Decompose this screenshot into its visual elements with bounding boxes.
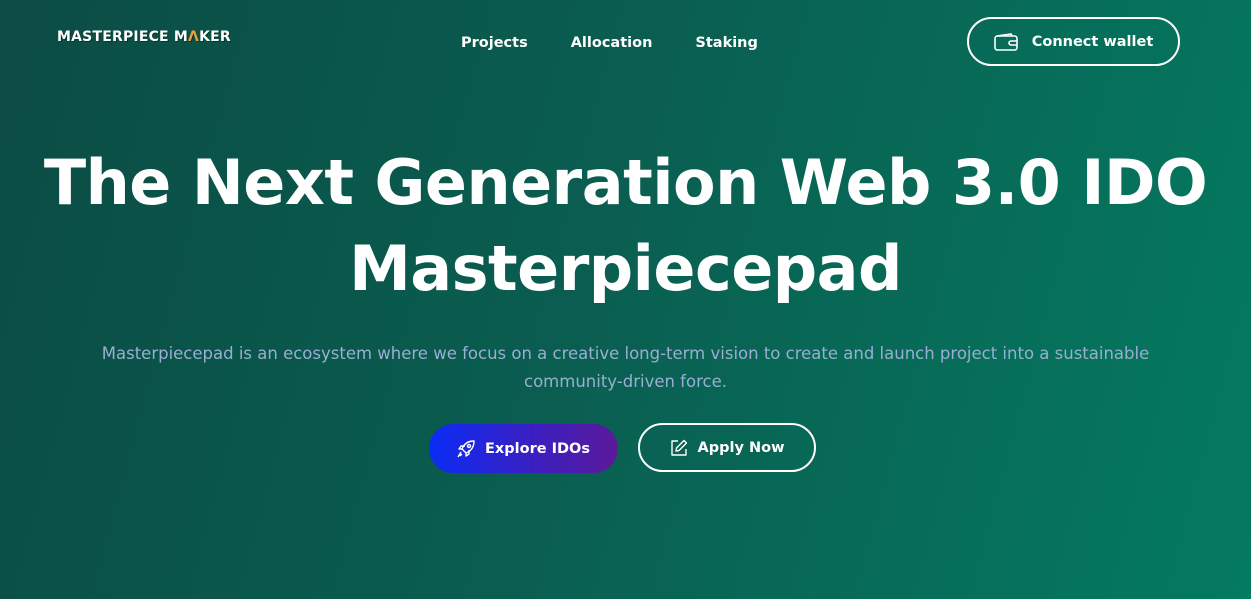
logo-text-start: MASTERPIECE M [57, 29, 189, 45]
explore-idos-label: Explore IDOs [485, 440, 590, 457]
apply-now-label: Apply Now [697, 439, 785, 456]
apply-now-button[interactable]: Apply Now [638, 423, 816, 472]
connect-wallet-button[interactable]: Connect wallet [967, 17, 1180, 66]
nav-link-staking[interactable]: Staking [695, 35, 757, 51]
brand-logo[interactable]: MASTERPIECE MΛKER [57, 29, 231, 45]
wallet-icon [993, 32, 1018, 51]
nav-link-allocation[interactable]: Allocation [571, 35, 653, 51]
main-nav: Projects Allocation Staking [461, 35, 801, 51]
rocket-icon [457, 439, 475, 458]
logo-text-end: KER [199, 29, 231, 45]
nav-link-projects[interactable]: Projects [461, 35, 528, 51]
hero-title: The Next Generation Web 3.0 IDO Masterpi… [0, 140, 1251, 312]
hero-title-line1: The Next Generation Web 3.0 IDO [43, 146, 1208, 219]
explore-idos-button[interactable]: Explore IDOs [429, 424, 618, 473]
logo-accent-char: Λ [188, 29, 200, 45]
hero-subtitle: Masterpiecepad is an ecosystem where we … [101, 344, 1150, 391]
edit-icon [670, 439, 688, 457]
hero-title-line2: Masterpiecepad [349, 232, 902, 305]
connect-wallet-label: Connect wallet [1031, 33, 1154, 50]
